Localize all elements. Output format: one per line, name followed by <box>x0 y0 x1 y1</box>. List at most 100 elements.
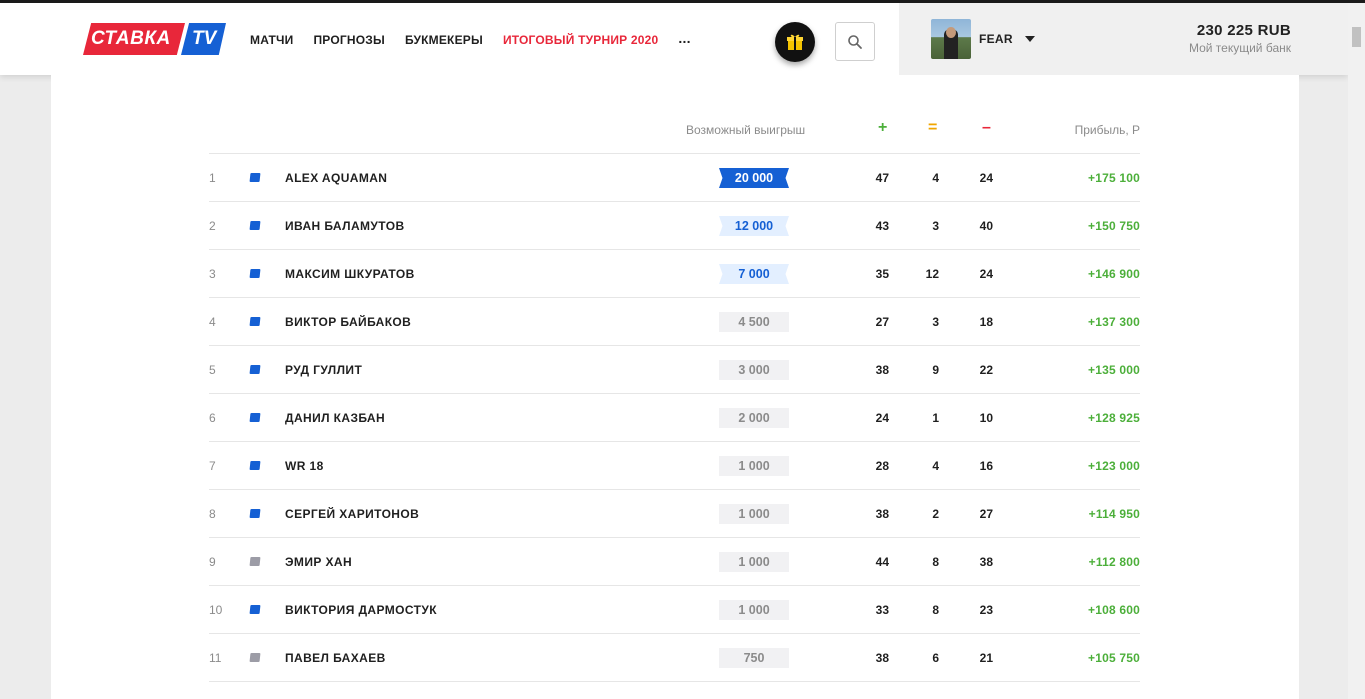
player-name[interactable]: ВИКТОР БАЙБАКОВ <box>285 315 411 329</box>
profit-value: +128 925 <box>1088 411 1140 425</box>
profit-value: +150 750 <box>1088 219 1140 233</box>
wins-count: 38 <box>875 651 889 665</box>
player-name[interactable]: WR 18 <box>285 459 324 473</box>
table-row[interactable]: 1 ALEX AQUAMAN 20 000 47 4 24 +175 100 <box>209 154 1140 202</box>
wins-count: 43 <box>875 219 889 233</box>
rank-number: 10 <box>209 603 223 617</box>
wins-count: 28 <box>875 459 889 473</box>
wins-count: 47 <box>875 171 889 185</box>
losses-count: 24 <box>979 267 993 281</box>
losses-count: 27 <box>979 507 993 521</box>
header-prize: Возможный выигрыш <box>686 123 806 137</box>
user-panel: FEAR 230 225 RUB Мой текущий банк <box>899 3 1348 75</box>
player-name[interactable]: МАКСИМ ШКУРАТОВ <box>285 267 415 281</box>
table-row[interactable]: 7 WR 18 1 000 28 4 16 +123 000 <box>209 442 1140 490</box>
scrollbar-thumb[interactable] <box>1352 27 1361 47</box>
profit-value: +175 100 <box>1088 171 1140 185</box>
bank-label: Мой текущий банк <box>1188 41 1291 55</box>
nav-more-button[interactable]: ... <box>678 30 690 47</box>
table-row[interactable]: 5 РУД ГУЛЛИТ 3 000 38 9 22 +135 000 <box>209 346 1140 394</box>
user-status-icon <box>249 461 261 470</box>
user-status-icon <box>249 413 261 422</box>
user-status-icon <box>249 653 261 662</box>
profit-value: +105 750 <box>1088 651 1140 665</box>
nav-item-matches[interactable]: МАТЧИ <box>250 33 293 47</box>
table-header: Возможный выигрыш + = – Прибыль, Р <box>209 75 1140 154</box>
gift-button[interactable] <box>775 22 815 62</box>
player-name[interactable]: ПАВЕЛ БАХАЕВ <box>285 651 386 665</box>
draws-count: 8 <box>932 603 939 617</box>
user-status-icon <box>249 317 261 326</box>
draws-count: 1 <box>932 411 939 425</box>
player-name[interactable]: ДАНИЛ КАЗБАН <box>285 411 385 425</box>
rank-number: 9 <box>209 555 216 569</box>
table-row[interactable]: 10 ВИКТОРИЯ ДАРМОСТУК 1 000 33 8 23 +108 600 <box>209 586 1140 634</box>
wins-count: 44 <box>875 555 889 569</box>
rank-number: 4 <box>209 315 216 329</box>
nav-item-bookmakers[interactable]: БУКМЕКЕРЫ <box>405 33 483 47</box>
prize-badge: 1 000 <box>719 504 789 524</box>
stavka-tv-logo[interactable]: СТАВКА TV <box>83 23 226 55</box>
prize-badge: 20 000 <box>719 168 789 188</box>
user-status-icon <box>249 557 261 566</box>
profit-value: +114 950 <box>1088 507 1140 521</box>
player-name[interactable]: ИВАН БАЛАМУТОВ <box>285 219 405 233</box>
prize-badge: 750 <box>719 648 789 668</box>
losses-count: 23 <box>979 603 993 617</box>
nav-item-final-tournament[interactable]: ИТОГОВЫЙ ТУРНИР 2020 <box>503 33 658 47</box>
losses-count: 10 <box>979 411 993 425</box>
table-body: 1 ALEX AQUAMAN 20 000 47 4 24 +175 100 2 ИВАН БА… <box>209 154 1140 682</box>
page-scrollbar[interactable] <box>1348 3 1365 699</box>
table-row[interactable]: 9 ЭМИР ХАН 1 000 44 8 38 +112 800 <box>209 538 1140 586</box>
chevron-down-icon[interactable] <box>1025 36 1035 42</box>
table-row[interactable]: 3 МАКСИМ ШКУРАТОВ 7 000 35 12 24 +146 900 <box>209 250 1140 298</box>
wins-count: 38 <box>875 363 889 377</box>
prize-badge: 2 000 <box>719 408 789 428</box>
wins-count: 35 <box>875 267 889 281</box>
nav-item-predictions[interactable]: ПРОГНОЗЫ <box>313 33 384 47</box>
username[interactable]: FEAR <box>979 32 1013 46</box>
table-row[interactable]: 2 ИВАН БАЛАМУТОВ 12 000 43 3 40 +150 750 <box>209 202 1140 250</box>
player-name[interactable]: ВИКТОРИЯ ДАРМОСТУК <box>285 603 437 617</box>
user-status-icon <box>249 173 261 182</box>
logo-part-a: СТАВКА <box>83 23 185 55</box>
table-row[interactable]: 6 ДАНИЛ КАЗБАН 2 000 24 1 10 +128 925 <box>209 394 1140 442</box>
rank-number: 3 <box>209 267 216 281</box>
prize-badge: 3 000 <box>719 360 789 380</box>
rank-number: 1 <box>209 171 216 185</box>
rank-number: 5 <box>209 363 216 377</box>
player-name[interactable]: ЭМИР ХАН <box>285 555 352 569</box>
player-name[interactable]: ALEX AQUAMAN <box>285 171 387 185</box>
bank-info: 230 225 RUB Мой текущий банк <box>1189 22 1291 55</box>
header-profit: Прибыль, Р <box>1074 123 1140 137</box>
main-nav: МАТЧИ ПРОГНОЗЫ БУКМЕКЕРЫ ИТОГОВЫЙ ТУРНИР… <box>250 30 711 47</box>
main-content: Возможный выигрыш + = – Прибыль, Р 1 ALEX… <box>51 75 1299 699</box>
table-row[interactable]: 11 ПАВЕЛ БАХАЕВ 750 38 6 21 +105 750 <box>209 634 1140 682</box>
rank-number: 11 <box>209 651 222 665</box>
losses-count: 16 <box>979 459 993 473</box>
profit-value: +146 900 <box>1088 267 1140 281</box>
prize-badge: 7 000 <box>719 264 789 284</box>
rank-number: 8 <box>209 507 216 521</box>
wins-count: 38 <box>875 507 889 521</box>
rank-number: 7 <box>209 459 216 473</box>
losses-count: 40 <box>979 219 993 233</box>
avatar[interactable] <box>931 19 971 59</box>
draws-count: 4 <box>932 459 939 473</box>
logo-part-b: TV <box>181 23 226 55</box>
draws-count: 2 <box>932 507 939 521</box>
prize-badge: 1 000 <box>719 552 789 572</box>
wins-count: 24 <box>875 411 889 425</box>
losses-count: 22 <box>979 363 993 377</box>
profit-value: +108 600 <box>1088 603 1140 617</box>
prize-badge: 4 500 <box>719 312 789 332</box>
draws-count: 9 <box>932 363 939 377</box>
user-status-icon <box>249 221 261 230</box>
bank-amount: 230 225 RUB <box>1196 22 1291 39</box>
table-row[interactable]: 4 ВИКТОР БАЙБАКОВ 4 500 27 3 18 +137 300 <box>209 298 1140 346</box>
leaderboard-table: Возможный выигрыш + = – Прибыль, Р 1 ALEX… <box>209 75 1140 682</box>
table-row[interactable]: 8 СЕРГЕЙ ХАРИТОНОВ 1 000 38 2 27 +114 950 <box>209 490 1140 538</box>
player-name[interactable]: РУД ГУЛЛИТ <box>285 363 362 377</box>
player-name[interactable]: СЕРГЕЙ ХАРИТОНОВ <box>285 507 419 521</box>
search-button[interactable] <box>835 22 875 61</box>
